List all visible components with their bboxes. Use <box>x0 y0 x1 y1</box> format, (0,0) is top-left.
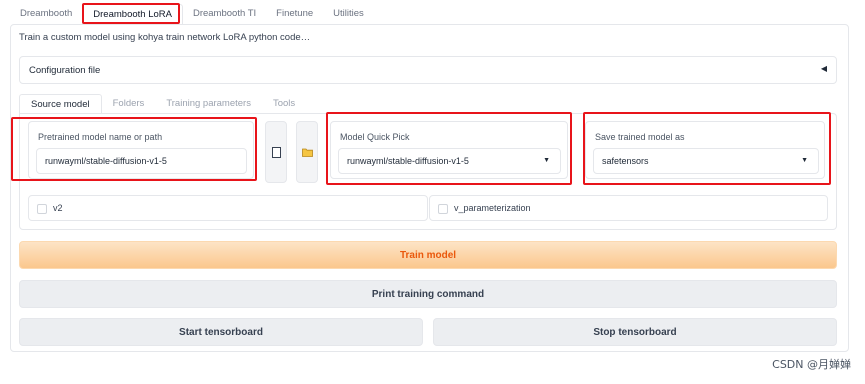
tab-utilities[interactable]: Utilities <box>323 4 374 24</box>
v2-checkbox-row[interactable]: v2 <box>28 195 428 221</box>
tab-dreambooth-ti[interactable]: Dreambooth TI <box>183 4 266 24</box>
page-description: Train a custom model using kohya train n… <box>19 32 311 43</box>
tab-tools[interactable]: Tools <box>262 94 306 114</box>
sub-tab-bar: Source model Folders Training parameters… <box>19 94 306 114</box>
v-parameterization-checkbox-row[interactable]: v_parameterization <box>429 195 828 221</box>
tab-source-model[interactable]: Source model <box>19 94 102 114</box>
chevron-down-icon: ▼ <box>543 157 550 164</box>
model-quick-pick-field: Model Quick Pick runwayml/stable-diffusi… <box>330 121 568 179</box>
v2-checkbox[interactable] <box>37 204 47 214</box>
tab-training-parameters[interactable]: Training parameters <box>155 94 262 114</box>
folder-picker-button[interactable] <box>296 121 318 183</box>
stop-tensorboard-button[interactable]: Stop tensorboard <box>433 318 837 346</box>
print-training-command-button[interactable]: Print training command <box>19 280 837 308</box>
tab-folders[interactable]: Folders <box>102 94 156 114</box>
model-quick-pick-label: Model Quick Pick <box>340 132 410 142</box>
save-model-as-label: Save trained model as <box>595 132 685 142</box>
v-parameterization-checkbox[interactable] <box>438 204 448 214</box>
train-model-button[interactable]: Train model <box>19 241 837 269</box>
chevron-down-icon: ▼ <box>801 157 808 164</box>
file-picker-button[interactable] <box>265 121 287 183</box>
configuration-file-label: Configuration file <box>29 65 101 76</box>
tab-finetune[interactable]: Finetune <box>266 4 323 24</box>
save-model-as-value: safetensors <box>602 156 649 166</box>
save-model-as-field: Save trained model as safetensors ▼ <box>585 121 825 179</box>
save-model-as-dropdown[interactable]: safetensors ▼ <box>593 148 819 174</box>
document-icon <box>272 147 281 158</box>
tab-dreambooth-lora[interactable]: Dreambooth LoRA <box>82 4 183 24</box>
pretrained-model-field: Pretrained model name or path runwayml/s… <box>28 121 254 179</box>
top-tab-bar: Dreambooth Dreambooth LoRA Dreambooth TI… <box>10 4 374 24</box>
v-parameterization-label: v_parameterization <box>454 203 531 213</box>
model-quick-pick-value: runwayml/stable-diffusion-v1-5 <box>347 156 469 166</box>
folder-icon <box>302 148 313 157</box>
pretrained-model-label: Pretrained model name or path <box>38 132 163 142</box>
start-tensorboard-button[interactable]: Start tensorboard <box>19 318 423 346</box>
pretrained-model-input[interactable]: runwayml/stable-diffusion-v1-5 <box>36 148 247 174</box>
collapse-arrow-icon: ◀ <box>820 64 827 73</box>
v2-label: v2 <box>53 203 63 213</box>
watermark: CSDN @月婵婵 <box>772 358 851 371</box>
model-quick-pick-dropdown[interactable]: runwayml/stable-diffusion-v1-5 ▼ <box>338 148 561 174</box>
tab-dreambooth[interactable]: Dreambooth <box>10 4 82 24</box>
configuration-file-accordion[interactable]: Configuration file ◀ <box>19 56 837 84</box>
